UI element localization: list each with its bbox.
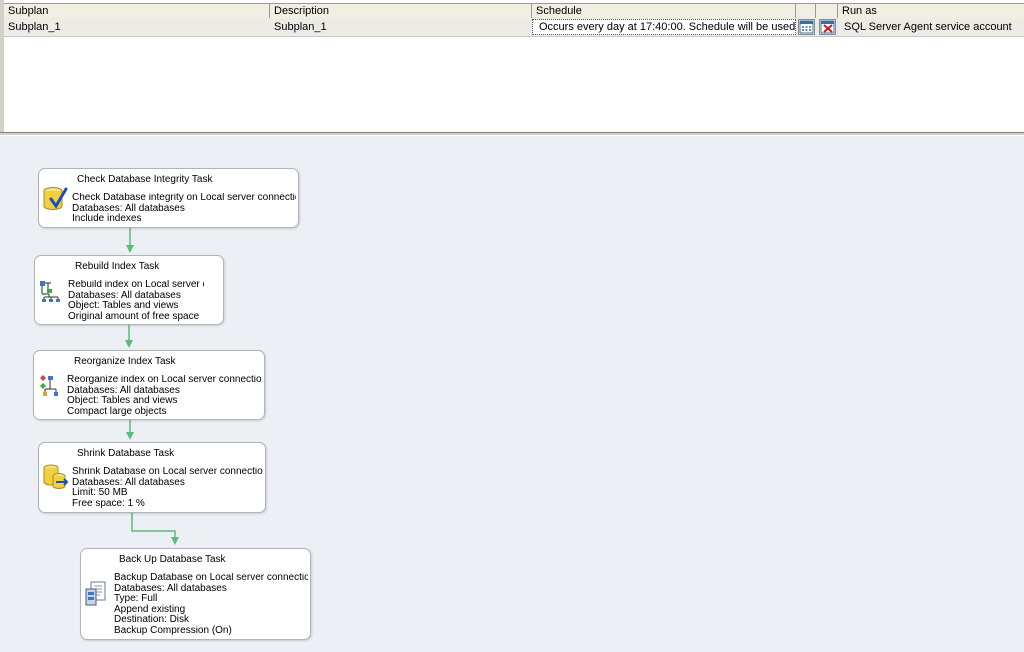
backup-database-icon bbox=[85, 581, 106, 606]
task-title: Check Database Integrity Task bbox=[77, 174, 213, 185]
connector-shrink-to-backup bbox=[131, 513, 179, 545]
designer-canvas[interactable]: Check Database Integrity Task Check Data… bbox=[0, 136, 1024, 652]
column-header-schedule[interactable]: Schedule bbox=[532, 4, 796, 18]
cell-schedule[interactable]: Occurs every day at 17:40:00. Schedule w… bbox=[532, 19, 796, 35]
column-header-schedule-button bbox=[796, 4, 816, 18]
task-title: Back Up Database Task bbox=[119, 554, 226, 565]
schedule-button[interactable] bbox=[798, 19, 815, 35]
task-title: Reorganize Index Task bbox=[74, 356, 176, 367]
task-title: Rebuild Index Task bbox=[75, 261, 160, 272]
remove-schedule-button[interactable] bbox=[819, 19, 836, 35]
task-detail-line: Shrink Database on Local server connecti… bbox=[72, 467, 263, 477]
column-header-run-as[interactable]: Run as bbox=[838, 4, 1024, 18]
shrink-database-icon bbox=[43, 464, 69, 489]
cell-description[interactable]: Subplan_1 bbox=[270, 18, 532, 36]
task-detail-line: Backup Compression (On) bbox=[114, 624, 232, 636]
table-row[interactable]: Subplan_1 Subplan_1 Occurs every day at … bbox=[4, 18, 1024, 37]
cell-run-as[interactable]: SQL Server Agent service account bbox=[840, 18, 1024, 36]
column-header-subplan[interactable]: Subplan bbox=[4, 4, 270, 18]
task-reorganize-index[interactable]: Reorganize Index Task Reorganize index o… bbox=[33, 350, 265, 420]
task-shrink-database[interactable]: Shrink Database Task Shrink Database on … bbox=[38, 442, 266, 513]
column-header-remove-button bbox=[816, 4, 838, 18]
task-detail-line: Compact large objects bbox=[67, 405, 167, 417]
task-detail-line: Include indexes bbox=[72, 213, 142, 225]
task-description: Rebuild index on Local server conr Datab… bbox=[68, 280, 204, 322]
task-detail-line: Free space: 1 % bbox=[72, 497, 145, 509]
task-back-up-database[interactable]: Back Up Database Task Backup Database on… bbox=[80, 548, 311, 640]
task-description: Reorganize index on Local server connect… bbox=[67, 375, 262, 417]
subplan-grid: Subplan Description Schedule Run as Subp… bbox=[0, 0, 1024, 134]
cell-subplan[interactable]: Subplan_1 bbox=[4, 18, 270, 36]
task-description: Shrink Database on Local server connecti… bbox=[72, 467, 263, 509]
task-detail-line: Original amount of free space bbox=[68, 310, 200, 322]
task-description: Backup Database on Local server connecti… bbox=[114, 573, 308, 637]
rebuild-index-icon bbox=[40, 281, 60, 302]
task-detail-line: Backup Database on Local server connecti… bbox=[114, 573, 308, 583]
task-description: Check Database integrity on Local server… bbox=[72, 193, 296, 225]
database-check-icon bbox=[43, 187, 68, 210]
task-rebuild-index[interactable]: Rebuild Index Task Rebuild index on Loca… bbox=[34, 255, 224, 325]
grid-header: Subplan Description Schedule Run as bbox=[4, 3, 1024, 19]
calendar-icon bbox=[799, 20, 814, 34]
column-header-description[interactable]: Description bbox=[270, 4, 532, 18]
task-detail-line: Rebuild index on Local server conr bbox=[68, 280, 204, 290]
calendar-delete-icon bbox=[820, 20, 835, 34]
task-check-database-integrity[interactable]: Check Database Integrity Task Check Data… bbox=[38, 168, 299, 228]
reorganize-index-icon bbox=[40, 375, 58, 396]
task-detail-line: Reorganize index on Local server connect… bbox=[67, 375, 262, 385]
task-detail-line: Check Database integrity on Local server… bbox=[72, 193, 296, 203]
task-title: Shrink Database Task bbox=[77, 448, 175, 459]
